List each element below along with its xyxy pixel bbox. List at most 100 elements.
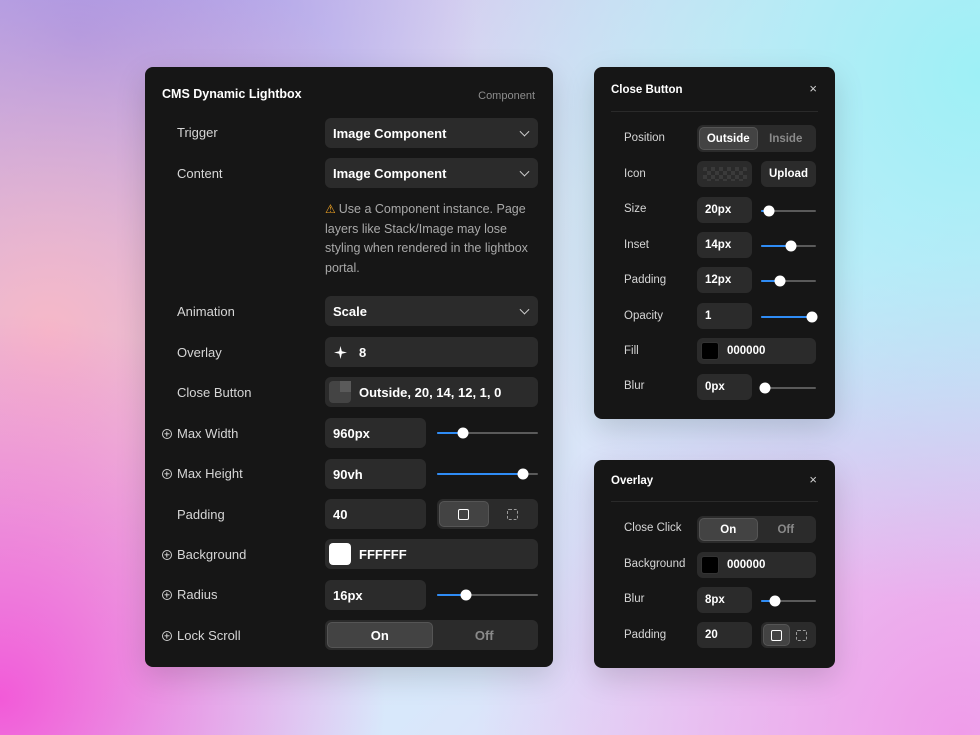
slider-knob[interactable]	[759, 382, 771, 394]
square-icon	[770, 629, 782, 641]
overlay-field[interactable]: 8	[325, 337, 538, 367]
add-circle-icon[interactable]	[162, 550, 172, 560]
background-label: Background	[624, 558, 686, 570]
padding-label: Padding	[177, 507, 225, 522]
radius-input[interactable]: 16px	[325, 580, 426, 610]
slider-knob[interactable]	[769, 595, 781, 607]
color-swatch[interactable]	[701, 342, 719, 360]
padding-uniform-option[interactable]	[763, 624, 790, 646]
padding-individual-option[interactable]	[489, 501, 537, 527]
upload-label: Upload	[769, 168, 808, 180]
max-height-slider[interactable]	[437, 468, 538, 480]
lock-scroll-off-option[interactable]: Off	[433, 622, 537, 648]
padding-label: Padding	[624, 274, 667, 286]
padding-input[interactable]: 40	[325, 499, 426, 529]
blur-input[interactable]: 0px	[697, 374, 752, 400]
padding-mode-toggle[interactable]	[437, 499, 538, 529]
panel-title: CMS Dynamic Lightbox	[162, 87, 302, 101]
max-height-label: Max Height	[177, 466, 243, 481]
background-value: 000000	[727, 559, 766, 571]
close-icon[interactable]: ×	[809, 81, 817, 96]
inset-slider[interactable]	[761, 240, 816, 252]
padding-uniform-option[interactable]	[439, 501, 489, 527]
max-height-input[interactable]: 90vh	[325, 459, 426, 489]
icon-label: Icon	[624, 168, 646, 180]
slider-knob[interactable]	[460, 589, 472, 601]
checkerboard-icon	[702, 167, 747, 181]
icon-preview[interactable]	[697, 161, 752, 187]
slider-knob[interactable]	[785, 240, 797, 252]
slider-knob[interactable]	[517, 468, 529, 480]
blur-value: 0px	[705, 381, 725, 393]
divider	[611, 111, 818, 112]
content-label: Content	[177, 166, 223, 181]
panel-title: Overlay	[611, 475, 654, 487]
padding-input[interactable]: 20	[697, 622, 752, 648]
chevron-down-icon	[519, 166, 530, 177]
close-click-on-option[interactable]: On	[699, 518, 758, 541]
close-button-panel: Close Button × Position Outside Inside I…	[594, 67, 835, 419]
position-inside-option[interactable]: Inside	[758, 127, 815, 150]
close-button-preview-icon	[329, 381, 351, 403]
padding-value: 12px	[705, 274, 732, 286]
max-width-input[interactable]: 960px	[325, 418, 426, 448]
position-label: Position	[624, 132, 665, 144]
close-button-field[interactable]: Outside, 20, 14, 12, 1, 0	[325, 377, 538, 407]
color-swatch[interactable]	[329, 543, 351, 565]
inset-input[interactable]: 14px	[697, 232, 752, 258]
slider-knob[interactable]	[457, 427, 469, 439]
overlay-value: 8	[359, 344, 367, 360]
color-swatch[interactable]	[701, 556, 719, 574]
content-select[interactable]: Image Component	[325, 158, 538, 188]
size-label: Size	[624, 203, 647, 215]
lock-scroll-on-option[interactable]: On	[327, 622, 433, 648]
warning-icon: ⚠	[325, 202, 336, 216]
padding-label: Padding	[624, 629, 667, 641]
content-value: Image Component	[333, 165, 447, 181]
blur-slider[interactable]	[761, 595, 816, 607]
position-outside-option[interactable]: Outside	[699, 127, 758, 150]
size-input[interactable]: 20px	[697, 197, 752, 223]
lock-scroll-toggle[interactable]: On Off	[325, 620, 538, 650]
max-width-label: Max Width	[177, 426, 239, 441]
slider-knob[interactable]	[763, 205, 775, 217]
slider-knob[interactable]	[774, 275, 786, 287]
animation-select[interactable]: Scale	[325, 296, 538, 326]
slider-knob[interactable]	[806, 311, 818, 323]
size-slider[interactable]	[761, 205, 816, 217]
add-circle-icon[interactable]	[162, 429, 172, 439]
position-toggle[interactable]: Outside Inside	[697, 125, 816, 152]
dashed-square-icon	[796, 629, 808, 641]
close-click-off-option[interactable]: Off	[758, 518, 815, 541]
component-tag: Component	[478, 90, 535, 102]
overlay-label: Overlay	[177, 345, 222, 360]
add-circle-icon[interactable]	[162, 631, 172, 641]
padding-individual-option[interactable]	[790, 624, 815, 646]
trigger-select[interactable]: Image Component	[325, 118, 538, 148]
blur-label: Blur	[624, 380, 645, 392]
max-height-value: 90vh	[333, 466, 363, 482]
chevron-down-icon	[519, 126, 530, 137]
close-click-toggle[interactable]: On Off	[697, 516, 816, 543]
padding-mode-toggle[interactable]	[761, 622, 816, 648]
background-color-field[interactable]: 000000	[697, 552, 816, 578]
blur-slider[interactable]	[759, 382, 816, 394]
background-label: Background	[177, 547, 247, 562]
opacity-input[interactable]: 1	[697, 303, 752, 329]
background-color-field[interactable]: FFFFFF	[325, 539, 538, 569]
fill-color-field[interactable]: 000000	[697, 338, 816, 364]
add-circle-icon[interactable]	[162, 469, 172, 479]
add-circle-icon[interactable]	[162, 590, 172, 600]
upload-button[interactable]: Upload	[761, 161, 816, 187]
opacity-slider[interactable]	[761, 311, 818, 323]
padding-slider[interactable]	[761, 275, 816, 287]
blur-label: Blur	[624, 593, 645, 605]
close-icon[interactable]: ×	[809, 472, 817, 487]
max-width-slider[interactable]	[437, 427, 538, 439]
padding-value: 40	[333, 506, 348, 522]
blur-input[interactable]: 8px	[697, 587, 752, 613]
padding-input[interactable]: 12px	[697, 267, 752, 293]
lock-scroll-label: Lock Scroll	[177, 628, 241, 643]
radius-slider[interactable]	[437, 589, 538, 601]
fill-value: 000000	[727, 345, 766, 357]
